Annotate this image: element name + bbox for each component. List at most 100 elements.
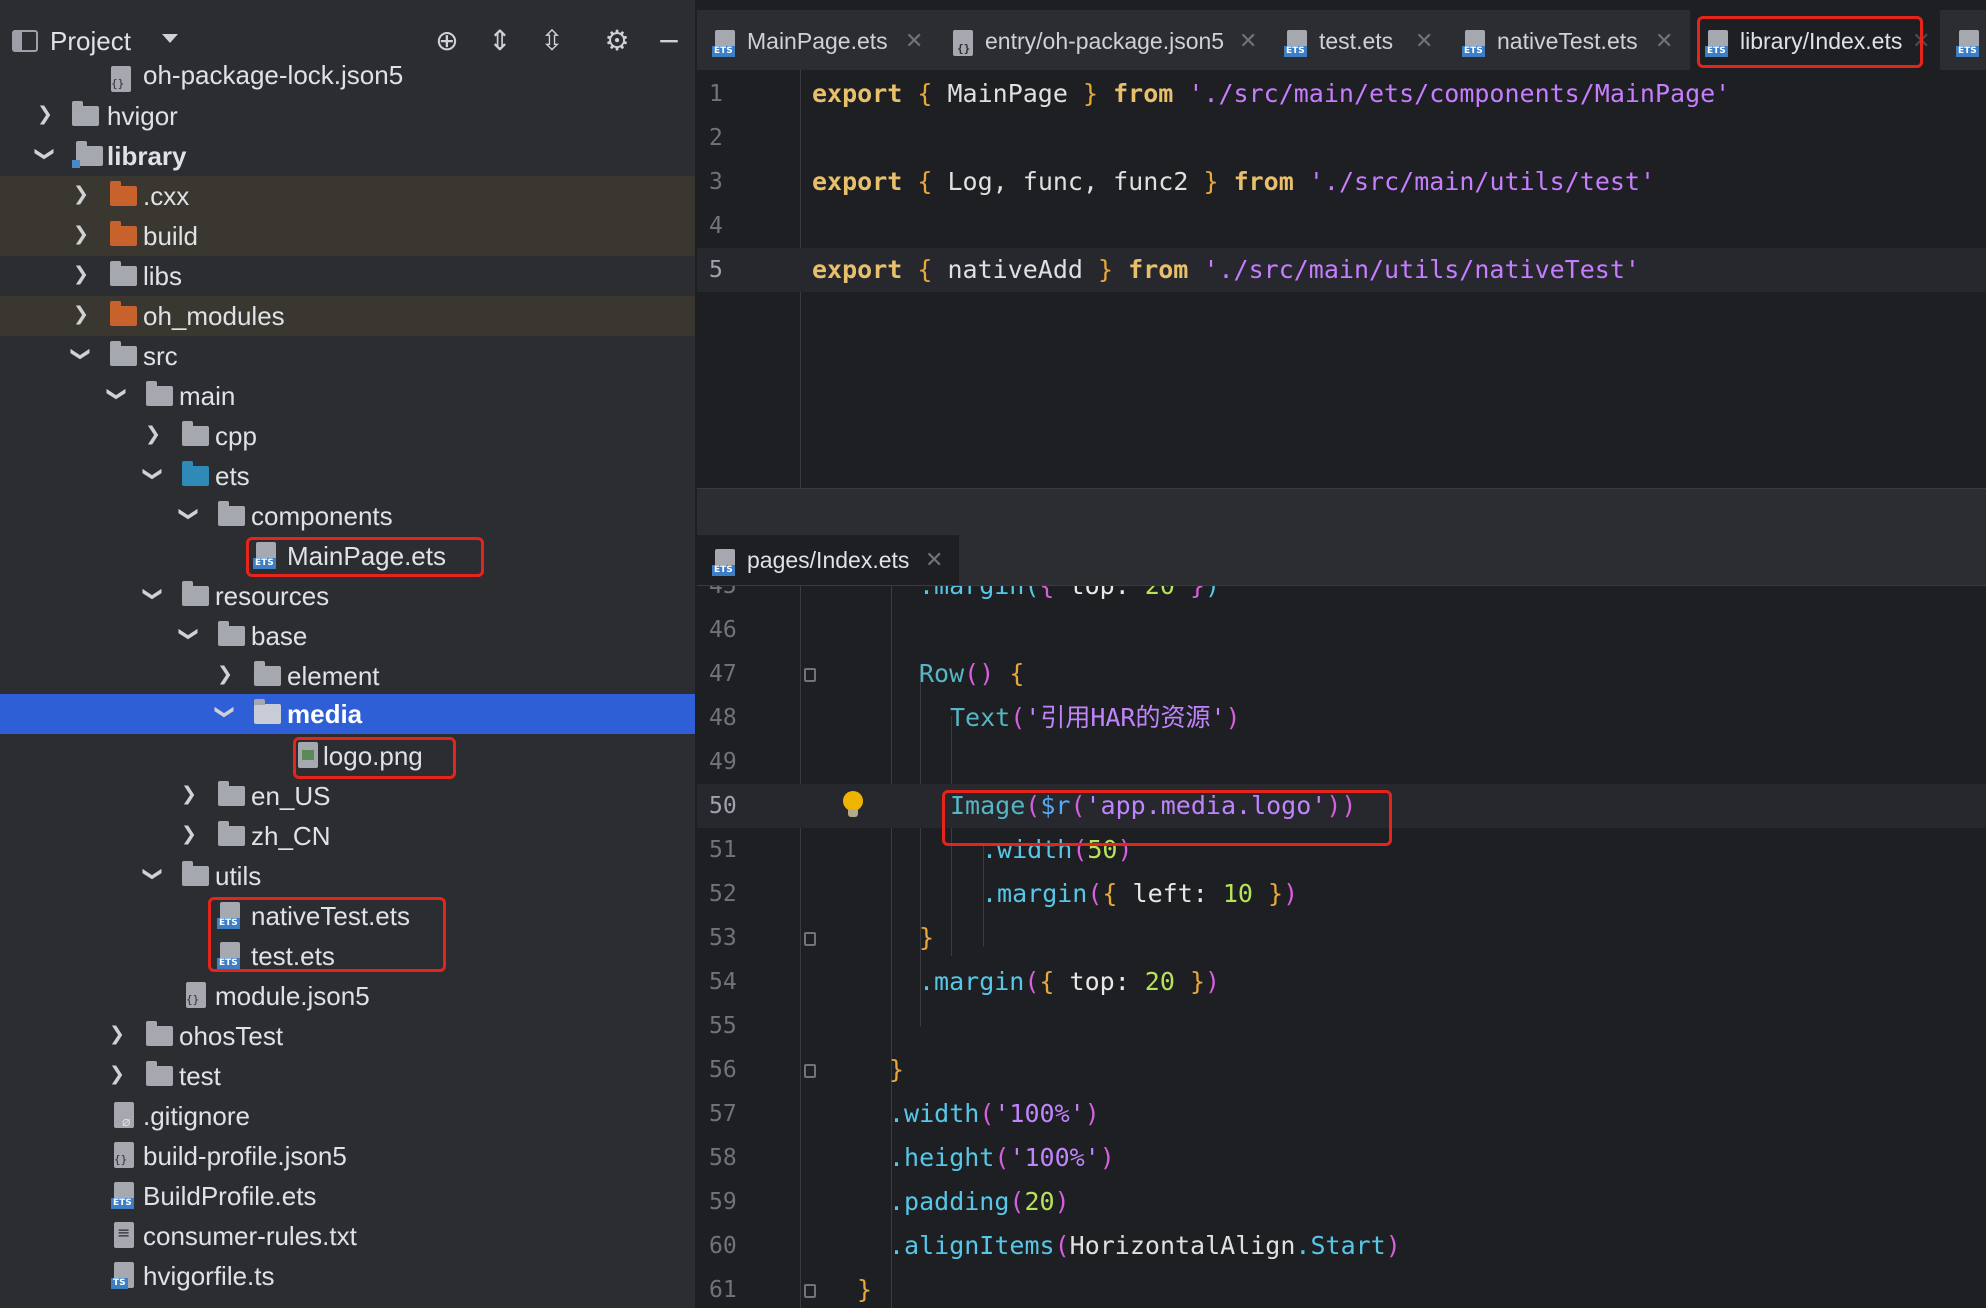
chevron-right-icon[interactable]: ❯: [70, 263, 92, 285]
line-number: 53: [709, 925, 737, 951]
folder-icon: [146, 1021, 173, 1046]
tab-nativetest-ets[interactable]: nativeTest.ets ✕: [1447, 10, 1687, 70]
fold-icon[interactable]: [804, 668, 816, 682]
gear-icon[interactable]: ⚙: [600, 24, 634, 58]
tree-item-src[interactable]: ❯ src: [0, 336, 695, 376]
chevron-right-icon[interactable]: ❯: [214, 663, 236, 685]
tree-item-cxx[interactable]: ❯ .cxx: [0, 176, 695, 216]
expand-all-icon[interactable]: ⇕: [483, 24, 517, 58]
tree-item-label: components: [251, 501, 393, 531]
chevron-right-icon[interactable]: ❯: [106, 1023, 128, 1045]
tree-item-oh-modules[interactable]: ❯ oh_modules: [0, 296, 695, 336]
chevron-down-icon[interactable]: ❯: [34, 143, 56, 165]
json-file-icon: [953, 30, 973, 56]
chevron-right-icon[interactable]: ❯: [178, 783, 200, 805]
chevron-right-icon[interactable]: ❯: [178, 823, 200, 845]
tree-item-label: ohosTest: [179, 1021, 284, 1051]
fold-icon[interactable]: [804, 932, 816, 946]
chevron-right-icon[interactable]: ❯: [70, 183, 92, 205]
tree-item-en-us[interactable]: ❯ en_US: [0, 776, 695, 816]
locate-icon[interactable]: ⊕: [430, 24, 464, 58]
chevron-down-icon[interactable]: ❯: [142, 463, 164, 485]
tree-item-hvigorfile-ts[interactable]: hvigorfile.ts: [0, 1256, 695, 1296]
split-divider[interactable]: [697, 488, 1986, 536]
tab-overflow[interactable]: [1955, 10, 1986, 70]
tree-item-resources[interactable]: ❯ resources: [0, 576, 695, 616]
chevron-right-icon[interactable]: ❯: [34, 103, 56, 125]
ets-file-icon: [1462, 30, 1485, 57]
editor-pages-index[interactable]: 45 .margin({ top: 20 }) 46 47 Row() { 48…: [697, 586, 1986, 1308]
code-line: 1 export { MainPage } from './src/main/e…: [697, 72, 1986, 116]
tree-item-label: .gitignore: [143, 1101, 250, 1131]
chevron-down-icon[interactable]: ❯: [106, 383, 128, 405]
tree-item-label: base: [251, 621, 308, 651]
tab-mainpage-ets[interactable]: MainPage.ets ✕: [697, 10, 933, 70]
tree-item-gitignore[interactable]: .gitignore: [0, 1096, 695, 1136]
tree-item-build-profile-json5[interactable]: build-profile.json5: [0, 1136, 695, 1176]
tree-item-build[interactable]: ❯ build: [0, 216, 695, 256]
tree-item-element[interactable]: ❯ element: [0, 656, 695, 696]
tree-item-label: src: [143, 341, 178, 371]
project-panel-title[interactable]: Project: [50, 24, 131, 58]
tree-item-base[interactable]: ❯ base: [0, 616, 695, 656]
tree-item-main[interactable]: ❯ main: [0, 376, 695, 416]
chevron-down-icon[interactable]: ❯: [142, 583, 164, 605]
close-icon[interactable]: ✕: [925, 547, 943, 575]
tree-item-zh-cn[interactable]: ❯ zh_CN: [0, 816, 695, 856]
tree-item-module-json5[interactable]: module.json5: [0, 976, 695, 1016]
tree-item-label: build: [143, 221, 198, 251]
folder-icon: [218, 821, 245, 846]
tree-item-components[interactable]: ❯ components: [0, 496, 695, 536]
chevron-down-icon[interactable]: ❯: [178, 503, 200, 525]
chevron-right-icon[interactable]: ❯: [70, 223, 92, 245]
minimize-icon[interactable]: −: [652, 24, 686, 58]
json-file-icon: [114, 1142, 134, 1168]
tree-item-utils[interactable]: ❯ utils: [0, 856, 695, 896]
line-number: 55: [709, 1013, 737, 1039]
line-number: 59: [709, 1189, 737, 1215]
chevron-down-icon[interactable]: [162, 34, 178, 43]
tree-item-library[interactable]: ❯ library: [0, 136, 695, 176]
chevron-right-icon[interactable]: ❯: [70, 303, 92, 325]
line-number: 47: [709, 661, 737, 687]
tab-oh-package-json5[interactable]: entry/oh-package.json5 ✕: [935, 10, 1267, 70]
folder-icon: [146, 1061, 173, 1086]
line-number: 5: [709, 257, 723, 283]
editor-library-index[interactable]: 1 export { MainPage } from './src/main/e…: [697, 70, 1986, 490]
tree-item-cpp[interactable]: ❯ cpp: [0, 416, 695, 456]
tab-pages-index-ets[interactable]: pages/Index.ets ✕: [697, 535, 959, 585]
tree-item-test[interactable]: ❯ test: [0, 1056, 695, 1096]
code-text: export { nativeAdd } from './src/main/ut…: [812, 255, 1640, 284]
tree-item-consumer-rules[interactable]: consumer-rules.txt: [0, 1216, 695, 1256]
tree-item-ohostest[interactable]: ❯ ohosTest: [0, 1016, 695, 1056]
chevron-down-icon[interactable]: ❯: [142, 863, 164, 885]
fold-icon[interactable]: [804, 1064, 816, 1078]
chevron-down-icon[interactable]: ❯: [178, 623, 200, 645]
tree-item-media[interactable]: ❯ media: [0, 694, 695, 734]
line-number: 57: [709, 1101, 737, 1127]
chevron-right-icon[interactable]: ❯: [142, 423, 164, 445]
lightbulb-icon[interactable]: [843, 791, 863, 817]
close-icon[interactable]: ✕: [1415, 28, 1433, 56]
code-text: .margin({ left: 10 }): [982, 879, 1299, 908]
tree-item-oh-package-lock[interactable]: oh-package-lock.json5: [0, 60, 695, 100]
tree-item-label: .cxx: [143, 181, 190, 211]
tree-item-libs[interactable]: ❯ libs: [0, 256, 695, 296]
source-folder-icon: [182, 461, 209, 486]
folder-icon: [110, 261, 137, 286]
chevron-right-icon[interactable]: ❯: [106, 1063, 128, 1085]
chevron-down-icon[interactable]: ❯: [214, 701, 236, 723]
close-icon[interactable]: ✕: [905, 28, 923, 56]
collapse-all-icon[interactable]: ⇳: [535, 24, 569, 58]
code-line: 57 .width('100%'): [697, 1092, 1986, 1136]
tree-item-hvigor[interactable]: ❯ hvigor: [0, 96, 695, 136]
tree-item-label: resources: [215, 581, 330, 611]
chevron-down-icon[interactable]: ❯: [70, 343, 92, 365]
fold-icon[interactable]: [804, 1284, 816, 1298]
tree-item-buildprofile-ets[interactable]: BuildProfile.ets: [0, 1176, 695, 1216]
line-number: 54: [709, 969, 737, 995]
close-icon[interactable]: ✕: [1239, 28, 1257, 56]
tab-test-ets[interactable]: test.ets ✕: [1269, 10, 1444, 70]
tree-item-ets[interactable]: ❯ ets: [0, 456, 695, 496]
close-icon[interactable]: ✕: [1655, 28, 1673, 56]
